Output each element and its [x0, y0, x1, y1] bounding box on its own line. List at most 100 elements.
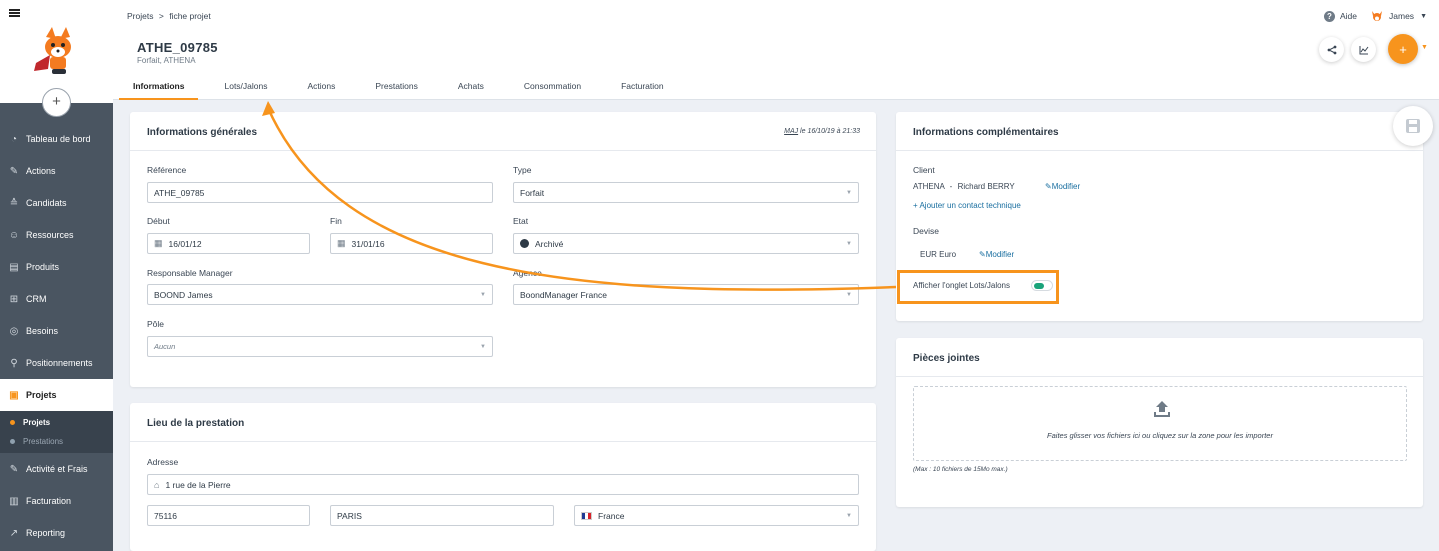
- sidebar-subitem-label: Prestations: [23, 437, 64, 446]
- client-modify-link[interactable]: ✎Modifier: [1045, 182, 1080, 191]
- tab-facturation[interactable]: Facturation: [601, 72, 684, 100]
- invoice-icon: ▥: [9, 495, 19, 507]
- reference-input[interactable]: ATHE_09785: [147, 182, 493, 203]
- devise-modify-link[interactable]: ✎Modifier: [979, 250, 1014, 259]
- sidebar-subitem-projets[interactable]: Projets: [0, 413, 113, 432]
- dropzone-text: Faites glisser vos fichiers ici ou cliqu…: [1047, 431, 1273, 440]
- sidebar-subitem-label: Projets: [23, 418, 51, 427]
- devise-label: Devise: [913, 226, 939, 236]
- dashboard-icon: ◔: [10, 133, 18, 145]
- tab-actions[interactable]: Actions: [293, 72, 355, 100]
- sidebar-item-reporting[interactable]: ↗ Reporting: [0, 517, 113, 549]
- agence-label: Agence: [513, 268, 542, 278]
- country-select[interactable]: France ▼: [574, 505, 859, 526]
- card-title: Informations complémentaires: [913, 127, 1059, 138]
- tab-lots-jalons[interactable]: Lots/Jalons: [198, 72, 293, 100]
- chevron-down-icon[interactable]: ▼: [1421, 44, 1428, 51]
- devise-value: EUR Euro: [920, 250, 957, 259]
- client-contact[interactable]: Richard BERRY: [958, 182, 1015, 191]
- sidebar-item-label: Ressources: [26, 230, 74, 240]
- pole-select[interactable]: Aucun ▼: [147, 336, 493, 357]
- pin-icon: ⚲: [10, 357, 18, 369]
- debut-label: Début: [147, 216, 170, 226]
- user-name[interactable]: James: [1389, 11, 1414, 21]
- location-card: Lieu de la prestation Adresse ⌂ 1 rue de …: [130, 403, 876, 551]
- file-dropzone[interactable]: Faites glisser vos fichiers ici ou cliqu…: [913, 386, 1407, 461]
- sidebar-item-produits[interactable]: ▤ Produits: [0, 251, 113, 283]
- manager-select[interactable]: BOOND James ▼: [147, 284, 493, 305]
- postcode-input[interactable]: 75116: [147, 505, 310, 526]
- upload-limit-note: (Max : 10 fichiers de 15Mo max.): [913, 466, 1008, 473]
- sidebar-item-positionnements[interactable]: ⚲ Positionnements: [0, 347, 113, 379]
- stats-button[interactable]: [1351, 37, 1376, 62]
- tab-informations[interactable]: Informations: [119, 72, 199, 100]
- tab-consommation[interactable]: Consommation: [504, 72, 601, 100]
- pole-label: Pôle: [147, 319, 165, 329]
- top-right-menu: ? Aide James ▼: [1324, 10, 1427, 22]
- help-icon[interactable]: ?: [1324, 10, 1335, 22]
- sidebar-item-activite-et-frais[interactable]: ✎ Activité et Frais: [0, 453, 113, 485]
- maj-prefix: MAJ: [784, 128, 799, 135]
- sidebar-item-crm[interactable]: ⊞ CRM: [0, 283, 113, 315]
- target-icon: ◎: [9, 325, 19, 337]
- people-icon: ☺: [8, 229, 20, 241]
- fox-mascot-logo: [34, 27, 71, 74]
- upload-icon: [1154, 401, 1170, 417]
- etat-label: Etat: [513, 216, 529, 226]
- modify-label: Modifier: [985, 250, 1015, 259]
- pole-value: Aucun: [154, 342, 176, 351]
- sidebar-item-tableau-de-bord[interactable]: ◔ Tableau de bord: [0, 123, 113, 155]
- adresse-input[interactable]: ⌂ 1 rue de la Pierre: [147, 474, 859, 495]
- agence-select[interactable]: BoondManager France ▼: [513, 284, 859, 305]
- share-button[interactable]: [1319, 37, 1344, 62]
- breadcrumb-root[interactable]: Projets: [127, 11, 153, 21]
- edit-icon: ✎: [9, 463, 19, 475]
- help-link[interactable]: Aide: [1340, 11, 1357, 21]
- sidebar-item-actions[interactable]: ✎ Actions: [0, 155, 113, 187]
- type-select[interactable]: Forfait ▼: [513, 182, 859, 203]
- etat-select[interactable]: Archivé ▼: [513, 233, 859, 254]
- chevron-down-icon: ▼: [846, 190, 852, 196]
- save-button[interactable]: [1393, 106, 1433, 146]
- tab-prestations[interactable]: Prestations: [355, 72, 438, 100]
- maj-date: le 16/10/19 à 21:33: [798, 128, 860, 135]
- type-value: Forfait: [520, 187, 545, 198]
- user-avatar[interactable]: [1371, 10, 1383, 22]
- briefcase-icon: ▣: [9, 389, 19, 401]
- sidebar-item-candidats[interactable]: ≙ Candidats: [0, 187, 113, 219]
- sidebar-item-label: Facturation: [26, 496, 72, 506]
- sidebar-item-label: Actions: [26, 166, 56, 176]
- pencil-icon: ✎: [979, 250, 986, 259]
- manager-value: BOOND James: [154, 289, 213, 300]
- sidebar-item-besoins[interactable]: ◎ Besoins: [0, 315, 113, 347]
- sidebar-item-label: Produits: [26, 262, 60, 272]
- org-chart-icon: ⊞: [9, 293, 19, 305]
- sidebar-item-facturation[interactable]: ▥ Facturation: [0, 485, 113, 517]
- breadcrumb-current: fiche projet: [169, 11, 211, 21]
- adresse-value: 1 rue de la Pierre: [165, 479, 231, 490]
- attachments-card: Pièces jointes Faites glisser vos fichie…: [896, 338, 1423, 507]
- sidebar-add-button[interactable]: +: [42, 88, 71, 117]
- chevron-down-icon[interactable]: ▼: [1420, 13, 1427, 20]
- page-header: Projets > fiche projet ATHE_09785 Forfai…: [113, 0, 1439, 100]
- modify-label: Modifier: [1051, 182, 1081, 191]
- debut-date-input[interactable]: ▦ 16/01/12: [147, 233, 310, 254]
- add-action-button[interactable]: +: [1388, 34, 1418, 64]
- sidebar-item-projets[interactable]: ▣ Projets: [0, 379, 113, 411]
- sidebar-item-ressources[interactable]: ☺ Ressources: [0, 219, 113, 251]
- floppy-disk-icon: [1406, 119, 1420, 133]
- client-label: Client: [913, 165, 935, 175]
- chevron-down-icon: ▼: [846, 513, 852, 519]
- fin-date-input[interactable]: ▦ 31/01/16: [330, 233, 493, 254]
- tab-achats[interactable]: Achats: [438, 72, 504, 100]
- general-info-card: Informations générales MAJ le 16/10/19 à…: [130, 112, 876, 387]
- add-technical-contact-link[interactable]: + Ajouter un contact technique: [913, 201, 1021, 210]
- sidebar-subitem-prestations[interactable]: Prestations: [0, 432, 113, 451]
- chevron-down-icon: ▼: [846, 292, 852, 298]
- fin-label: Fin: [330, 216, 342, 226]
- client-company[interactable]: ATHENA: [913, 182, 944, 191]
- sidebar-item-label: Reporting: [26, 528, 66, 538]
- hamburger-menu-icon[interactable]: [9, 9, 20, 17]
- city-input[interactable]: PARIS: [330, 505, 554, 526]
- pencil-icon: ✎: [1045, 182, 1052, 191]
